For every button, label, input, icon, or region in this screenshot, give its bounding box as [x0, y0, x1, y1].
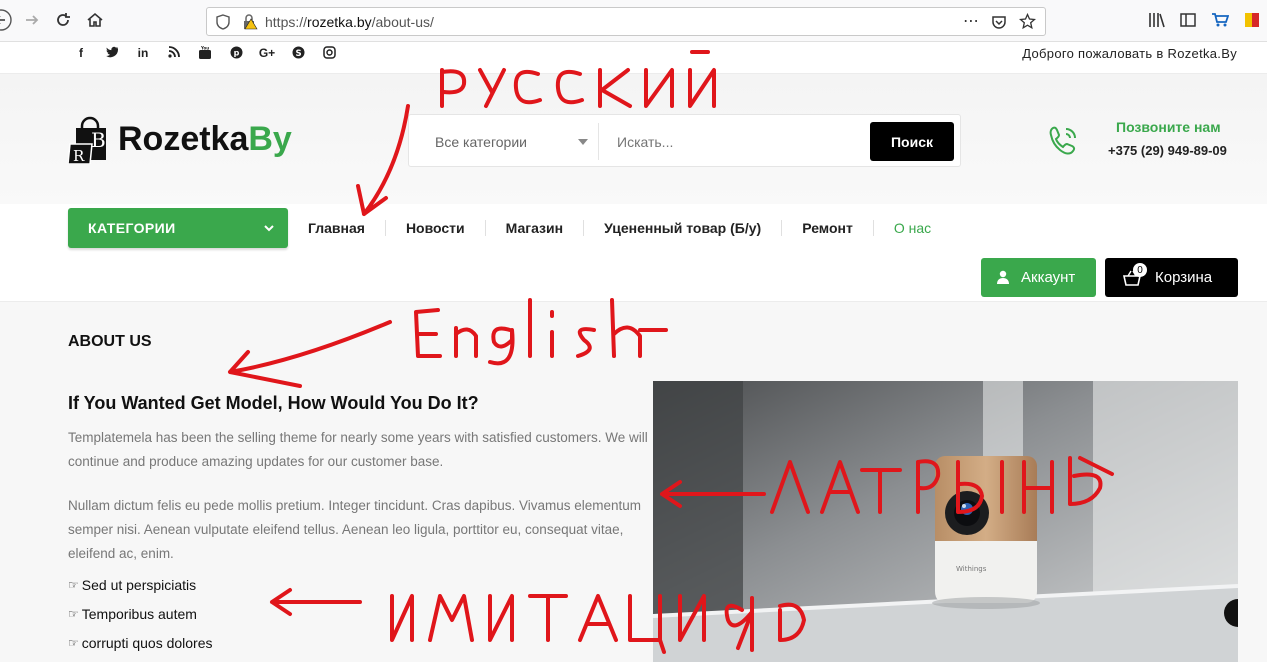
account-button[interactable]: Аккаунт	[981, 258, 1096, 297]
reload-button[interactable]	[52, 9, 74, 31]
svg-text:Withings: Withings	[956, 565, 987, 573]
url-text: https://rozetka.by/about-us/	[265, 14, 434, 30]
twitter-icon[interactable]	[101, 46, 123, 62]
google-plus-icon[interactable]: G+	[256, 46, 278, 62]
phone-icon	[1049, 126, 1076, 155]
address-bar[interactable]: https://rozetka.by/about-us/ ⋯	[206, 7, 1046, 36]
back-button[interactable]	[0, 9, 12, 31]
nav-menu: Главная Новости Магазин Уцененный товар …	[288, 220, 951, 236]
nav-item-shop[interactable]: Магазин	[486, 220, 585, 236]
skype-icon[interactable]: S	[287, 46, 309, 62]
category-select[interactable]: Все категории	[419, 123, 599, 160]
content-heading: If You Wanted Get Model, How Would You D…	[68, 393, 479, 413]
youtube-icon[interactable]: You	[194, 46, 216, 62]
welcome-text: Доброго пожаловать в Rozetka.By	[1022, 46, 1237, 61]
search-box: Все категории Поиск	[408, 114, 961, 167]
bullet-list: ☞ Sed ut perspiciatis ☞ Temporibus autem ☞…	[68, 577, 213, 662]
site-header: B R RozetkaBy Все категории Поиск Позвон…	[0, 74, 1267, 204]
facebook-icon[interactable]: f	[70, 46, 92, 62]
phone-number[interactable]: +375 (29) 949-89-09	[1108, 143, 1227, 158]
svg-text:p: p	[233, 49, 239, 58]
flag-extension-icon[interactable]	[1243, 11, 1261, 29]
cart-extension-icon[interactable]	[1211, 11, 1229, 29]
top-bar: f in You p G+ S Доброго пожаловать в Roz…	[0, 42, 1267, 74]
nav-item-repair[interactable]: Ремонт	[782, 220, 874, 236]
shopping-bag-icon: B R	[67, 114, 116, 165]
linkedin-icon[interactable]: in	[132, 46, 154, 62]
hand-pointer-icon: ☞	[68, 578, 79, 592]
pocket-icon[interactable]	[991, 14, 1007, 30]
search-input[interactable]	[605, 123, 871, 160]
paragraph-lorem: Nullam dictum felis eu pede mollis preti…	[68, 498, 642, 561]
svg-text:R: R	[73, 147, 85, 164]
search-button[interactable]: Поиск	[870, 122, 954, 161]
list-item: ☞ Temporibus autem	[68, 606, 197, 622]
main-nav: КАТЕГОРИИ Главная Новости Магазин Уценен…	[0, 204, 1267, 302]
svg-text:B: B	[91, 128, 106, 152]
social-links: f in You p G+ S	[70, 46, 340, 62]
svg-text:S: S	[295, 49, 301, 59]
svg-text:You: You	[200, 46, 209, 51]
instagram-icon[interactable]	[318, 46, 340, 62]
hand-pointer-icon: ☞	[68, 607, 79, 621]
bookmark-star-icon[interactable]	[1019, 13, 1036, 30]
cart-count-badge: 0	[1133, 263, 1147, 277]
product-photo: Withings	[653, 381, 1238, 662]
sidebar-icon[interactable]	[1179, 11, 1197, 29]
list-item: ☞ Sed ut perspiciatis	[68, 577, 197, 593]
user-icon	[997, 270, 1009, 284]
cart-button[interactable]: 0 Корзина	[1105, 258, 1238, 297]
forward-button[interactable]	[21, 9, 43, 31]
chevron-down-icon	[578, 139, 588, 145]
page-actions-icon[interactable]: ⋯	[963, 11, 979, 31]
chevron-down-icon	[264, 221, 274, 235]
shield-icon[interactable]	[216, 14, 230, 30]
nav-item-home[interactable]: Главная	[288, 220, 386, 236]
browser-toolbar: https://rozetka.by/about-us/ ⋯	[0, 0, 1267, 42]
site-logo[interactable]: B R RozetkaBy	[67, 114, 292, 165]
nav-item-about[interactable]: О нас	[874, 220, 951, 236]
nav-item-used[interactable]: Уцененный товар (Б/у)	[584, 220, 783, 236]
pinterest-icon[interactable]: p	[225, 46, 247, 62]
rss-icon[interactable]	[163, 46, 185, 62]
list-item: ☞ corrupti quos dolores	[68, 635, 213, 651]
logo-text: RozetkaBy	[118, 119, 292, 158]
hand-pointer-icon: ☞	[68, 636, 79, 650]
library-icon[interactable]	[1148, 11, 1166, 29]
nav-item-news[interactable]: Новости	[386, 220, 486, 236]
insecure-lock-icon[interactable]	[242, 14, 258, 30]
call-us-label: Позвоните нам	[1116, 119, 1221, 135]
categories-button[interactable]: КАТЕГОРИИ	[68, 208, 288, 248]
paragraph-intro: Templatemela has been the selling theme …	[68, 430, 648, 469]
home-button[interactable]	[84, 9, 106, 31]
section-title: ABOUT US	[68, 333, 152, 350]
